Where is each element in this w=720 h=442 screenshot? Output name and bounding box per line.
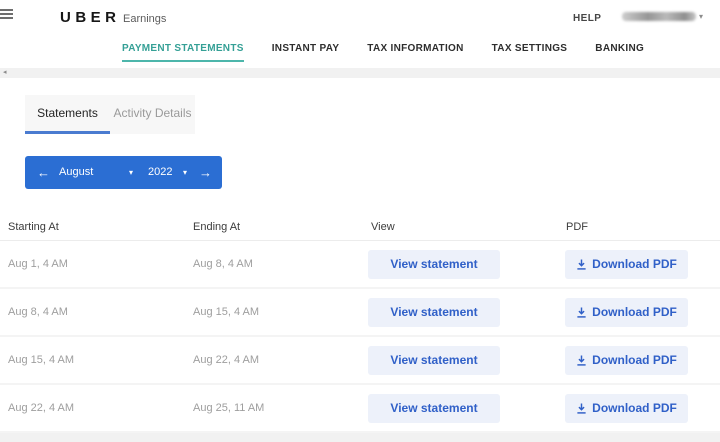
nav-tab-tax-settings[interactable]: TAX SETTINGS [492, 37, 568, 62]
table-row: Aug 8, 4 AM Aug 15, 4 AM View statement … [0, 289, 720, 337]
product-title: Earnings [123, 13, 166, 25]
subtab-activity-details[interactable]: Activity Details [110, 95, 195, 134]
nav-tab-instant-pay[interactable]: INSTANT PAY [272, 37, 340, 62]
view-statement-button[interactable]: View statement [368, 346, 500, 375]
top-header: UBER Earnings HELP ▾ [0, 0, 720, 38]
subtab-statements[interactable]: Statements [25, 95, 110, 134]
starting-at-value: Aug 8, 4 AM [8, 306, 193, 318]
download-icon [576, 259, 587, 270]
year-select[interactable]: 2022 [148, 156, 172, 189]
download-icon [576, 403, 587, 414]
download-pdf-label: Download PDF [592, 401, 677, 415]
statements-subtabs: StatementsActivity Details [25, 95, 195, 134]
table-row: Aug 1, 4 AM Aug 8, 4 AM View statement D… [0, 241, 720, 289]
nav-tab-tax-information[interactable]: TAX INFORMATION [367, 37, 463, 62]
table-header-row: Starting At Ending At View PDF [0, 213, 720, 241]
account-menu[interactable]: ▾ [622, 12, 703, 21]
month-caret-icon[interactable]: ▾ [129, 156, 133, 189]
scroll-left-icon[interactable]: ◂ [3, 68, 7, 78]
ending-at-value: Aug 8, 4 AM [193, 258, 371, 270]
ending-at-value: Aug 15, 4 AM [193, 306, 371, 318]
year-caret-icon[interactable]: ▾ [183, 156, 187, 189]
help-link[interactable]: HELP [573, 13, 601, 24]
column-header-starting-at: Starting At [8, 221, 193, 233]
column-header-view: View [371, 221, 566, 233]
column-header-pdf: PDF [566, 221, 720, 233]
statements-table: Starting At Ending At View PDF Aug 1, 4 … [0, 213, 720, 433]
starting-at-value: Aug 22, 4 AM [8, 402, 193, 414]
chevron-down-icon: ▾ [699, 12, 703, 21]
table-row: Aug 22, 4 AM Aug 25, 11 AM View statemen… [0, 385, 720, 433]
table-body: Aug 1, 4 AM Aug 8, 4 AM View statement D… [0, 241, 720, 433]
download-pdf-label: Download PDF [592, 305, 677, 319]
view-statement-button[interactable]: View statement [368, 298, 500, 327]
download-pdf-label: Download PDF [592, 257, 677, 271]
month-select[interactable]: August [59, 156, 93, 189]
bottom-scroll-strip [0, 433, 720, 442]
main-nav: PAYMENT STATEMENTS INSTANT PAY TAX INFORMA… [0, 37, 720, 62]
column-header-ending-at: Ending At [193, 221, 371, 233]
download-icon [576, 355, 587, 366]
date-picker: ← August ▾ 2022 ▾ → [25, 156, 222, 189]
view-statement-button[interactable]: View statement [368, 250, 500, 279]
ending-at-value: Aug 22, 4 AM [193, 354, 371, 366]
starting-at-value: Aug 15, 4 AM [8, 354, 193, 366]
view-statement-button[interactable]: View statement [368, 394, 500, 423]
download-pdf-button[interactable]: Download PDF [565, 298, 688, 327]
hamburger-menu-icon[interactable] [0, 9, 13, 21]
account-name-redacted [622, 12, 696, 21]
previous-month-arrow-icon[interactable]: ← [37, 156, 50, 189]
download-pdf-button[interactable]: Download PDF [565, 346, 688, 375]
download-pdf-label: Download PDF [592, 353, 677, 367]
horizontal-scrollbar[interactable]: ◂ [0, 68, 720, 78]
download-icon [576, 307, 587, 318]
nav-tab-payment-statements[interactable]: PAYMENT STATEMENTS [122, 37, 244, 62]
next-month-arrow-icon[interactable]: → [199, 156, 212, 189]
ending-at-value: Aug 25, 11 AM [193, 402, 371, 414]
download-pdf-button[interactable]: Download PDF [565, 250, 688, 279]
download-pdf-button[interactable]: Download PDF [565, 394, 688, 423]
starting-at-value: Aug 1, 4 AM [8, 258, 193, 270]
table-row: Aug 15, 4 AM Aug 22, 4 AM View statement… [0, 337, 720, 385]
nav-tab-banking[interactable]: BANKING [595, 37, 644, 62]
uber-logo: UBER [60, 9, 121, 26]
